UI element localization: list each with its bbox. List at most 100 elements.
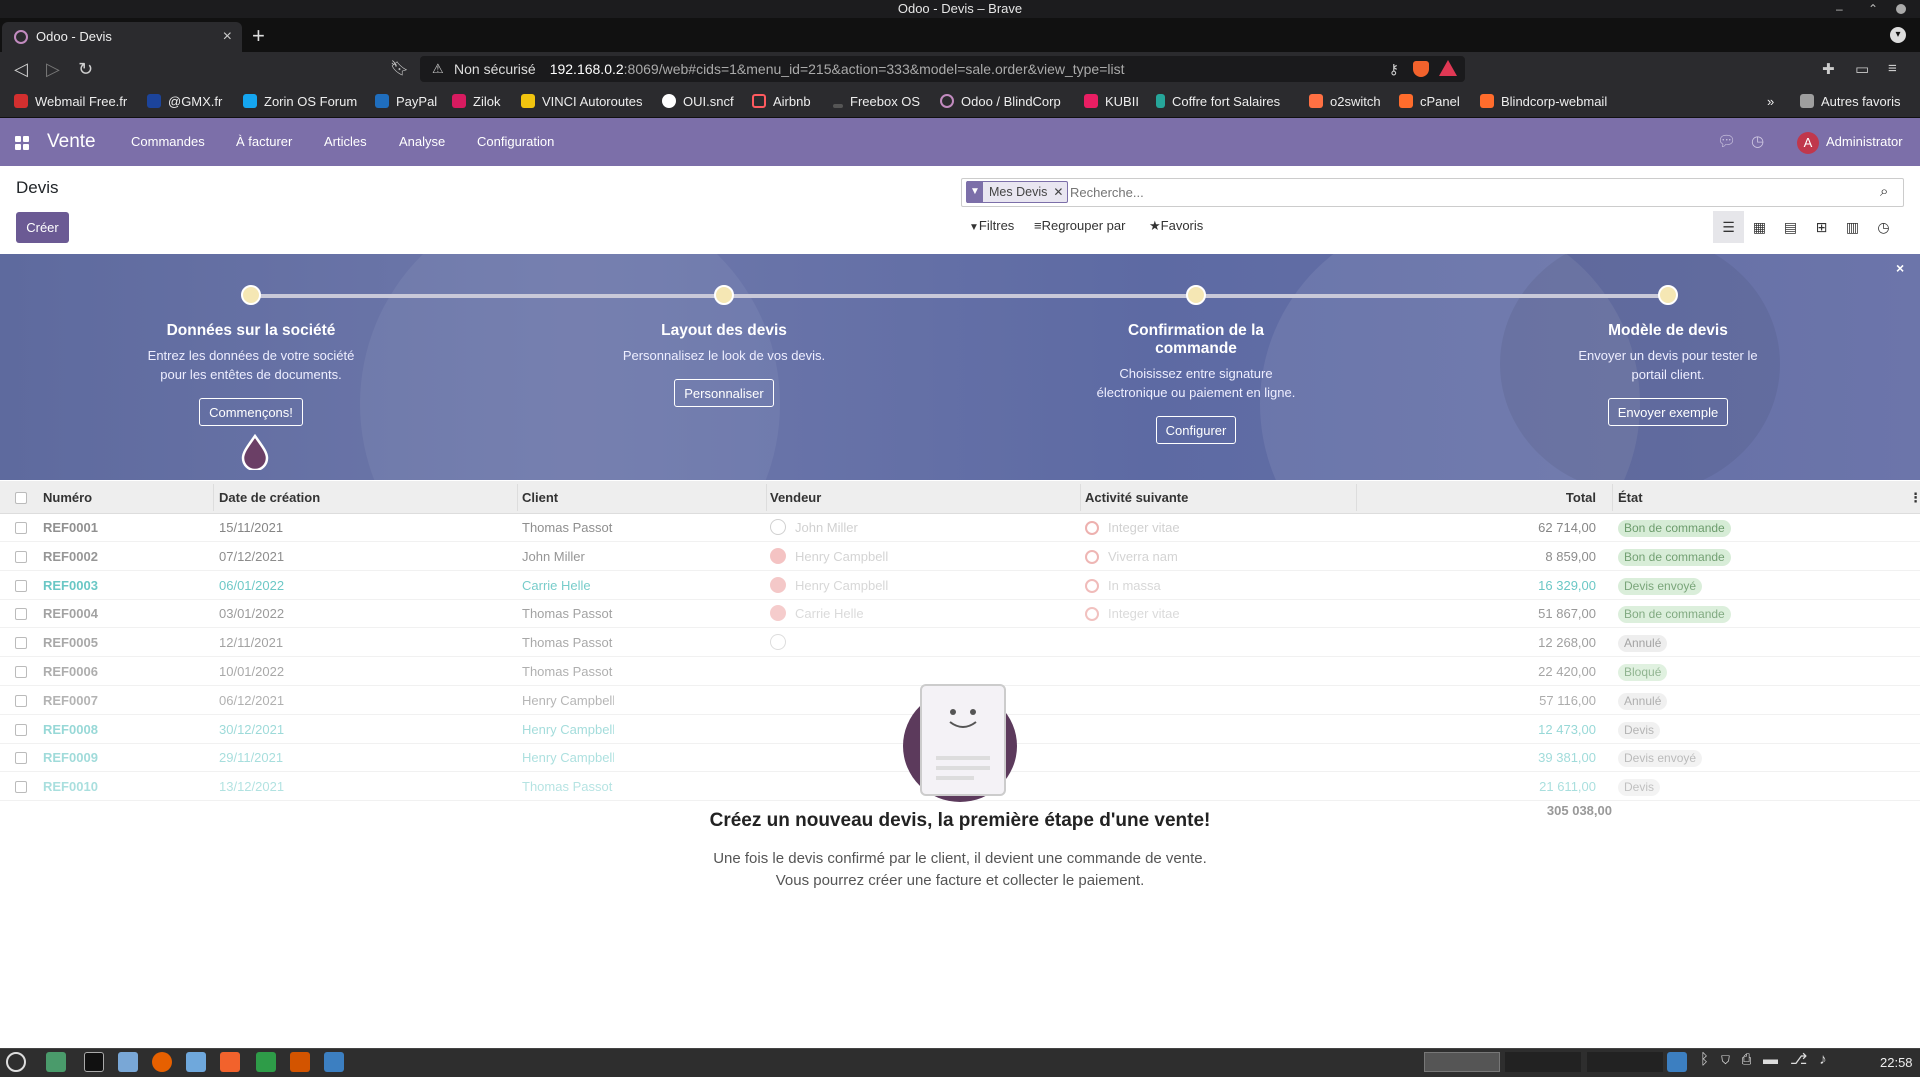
bookmark-cpanel[interactable]: cPanel — [1399, 86, 1460, 118]
bookmark-freebox[interactable]: Freebox OS — [833, 86, 920, 118]
pivot-view-icon[interactable]: ⊞ — [1806, 211, 1837, 243]
facet-remove-icon[interactable]: ✕ — [1053, 185, 1067, 199]
table-row[interactable]: REF0001 15/11/2021 Thomas Passot John Mille… — [0, 514, 1920, 542]
customize-layout-button[interactable]: Personnaliser — [674, 379, 774, 407]
workspace-switcher[interactable] — [1424, 1052, 1500, 1072]
row-checkbox[interactable] — [15, 694, 27, 707]
extensions-icon[interactable]: ✚ — [1822, 60, 1835, 78]
activity-view-icon[interactable]: ◷ — [1868, 211, 1899, 243]
brave-shields-icon[interactable] — [1413, 61, 1429, 77]
optional-columns-icon[interactable]: ⋮ — [1909, 481, 1920, 514]
banner-close-icon[interactable]: × — [1896, 260, 1904, 276]
row-checkbox[interactable] — [15, 608, 27, 621]
search-icon[interactable]: ⌕ — [1880, 183, 1888, 200]
filters-button[interactable]: ▼Filtres — [969, 218, 1014, 233]
close-window-icon[interactable] — [1896, 4, 1906, 14]
brave-rewards-icon[interactable] — [1439, 60, 1457, 76]
table-row[interactable]: REF0003 06/01/2022 Carrie Helle Henry Campb… — [0, 572, 1920, 600]
bookmark-oui-sncf[interactable]: OUI.sncf — [662, 86, 734, 118]
create-button[interactable]: Créer — [16, 212, 69, 243]
presentation-icon[interactable] — [290, 1052, 310, 1072]
table-row[interactable]: REF0002 07/12/2021 John Miller Henry Campbe… — [0, 543, 1920, 571]
activity-clock-icon[interactable]: ◷ — [1751, 118, 1764, 166]
row-checkbox[interactable] — [15, 522, 27, 534]
app-name[interactable]: Vente — [47, 118, 96, 166]
menu-icon[interactable]: ≡ — [1888, 60, 1897, 77]
menu-commandes[interactable]: Commandes — [131, 118, 205, 166]
reload-icon[interactable]: ↻ — [78, 58, 93, 80]
col-number[interactable]: Numéro — [43, 481, 92, 514]
col-date[interactable]: Date de création — [219, 481, 320, 514]
col-client[interactable]: Client — [522, 481, 558, 514]
row-checkbox[interactable] — [15, 752, 27, 765]
forward-icon[interactable]: ▷ — [46, 58, 60, 80]
app-icon[interactable] — [186, 1052, 206, 1072]
browser-tab-active[interactable]: Odoo - Devis × — [2, 22, 242, 52]
other-bookmarks[interactable]: Autres favoris — [1800, 86, 1900, 118]
activity-clock-icon[interactable] — [1085, 521, 1099, 535]
tab-close-icon[interactable]: × — [223, 22, 232, 52]
menu-analyse[interactable]: Analyse — [399, 118, 445, 166]
list-view-icon[interactable]: ☰ — [1713, 211, 1744, 243]
col-total[interactable]: Total — [1496, 481, 1596, 514]
activity-clock-icon[interactable] — [1085, 607, 1099, 622]
send-sample-button[interactable]: Envoyer exemple — [1607, 398, 1729, 426]
spreadsheet-icon[interactable] — [256, 1052, 276, 1072]
bookmark-kubii[interactable]: KUBII — [1084, 86, 1139, 118]
key-icon[interactable]: ⚷ — [1389, 56, 1399, 82]
bookmark-gmx[interactable]: @GMX.fr — [147, 86, 222, 118]
bookmarks-overflow[interactable]: » — [1767, 86, 1774, 118]
bookmark-paypal[interactable]: PayPal — [375, 86, 437, 118]
row-checkbox[interactable] — [15, 637, 27, 650]
kanban-view-icon[interactable]: ▦ — [1744, 211, 1775, 243]
bookmark-blindcorp-webmail[interactable]: Blindcorp-webmail — [1480, 86, 1607, 118]
bookmark-airbnb[interactable]: Airbnb — [752, 86, 811, 118]
tab-search-icon[interactable]: ▾ — [1890, 27, 1906, 43]
row-checkbox[interactable] — [15, 579, 27, 592]
bookmark-coffre-fort[interactable]: Coffre fort Salaires — [1156, 86, 1280, 118]
wallet-icon[interactable]: ▭ — [1855, 60, 1869, 78]
restore-icon[interactable]: ⌃ — [1868, 0, 1878, 18]
bookmark-icon[interactable]: 🔖︎ — [390, 58, 409, 80]
favorites-button[interactable]: ★Favoris — [1149, 218, 1203, 234]
calendar-view-icon[interactable]: ▤ — [1775, 211, 1806, 243]
col-vendor[interactable]: Vendeur — [770, 481, 821, 514]
start-company-button[interactable]: Commençons! — [199, 398, 303, 426]
bookmark-zilok[interactable]: Zilok — [452, 86, 500, 118]
select-all-checkbox[interactable] — [15, 492, 27, 504]
menu-a-facturer[interactable]: À facturer — [236, 118, 292, 166]
address-bar[interactable]: ⚠ Non sécurisé 192.168.0.2:8069/web#cids=… — [420, 56, 1465, 82]
configure-confirmation-button[interactable]: Configurer — [1155, 416, 1237, 444]
menu-articles[interactable]: Articles — [324, 118, 367, 166]
back-icon[interactable]: ◁ — [14, 58, 28, 80]
firefox-icon[interactable] — [152, 1052, 172, 1072]
minimize-icon[interactable]: – — [1836, 0, 1843, 18]
user-avatar[interactable]: A — [1797, 132, 1819, 154]
col-activity[interactable]: Activité suivante — [1085, 481, 1188, 514]
table-row[interactable]: REF0004 03/01/2022 Thomas Passot Carrie Hel… — [0, 600, 1920, 629]
terminal-icon[interactable] — [84, 1052, 104, 1072]
row-checkbox[interactable] — [15, 723, 27, 736]
tray-app-icon[interactable] — [1667, 1052, 1687, 1072]
new-tab-button[interactable]: + — [252, 22, 265, 50]
show-desktop-icon[interactable] — [46, 1052, 66, 1072]
bookmark-vinci[interactable]: VINCI Autoroutes — [521, 86, 642, 118]
col-state[interactable]: État — [1618, 481, 1643, 514]
bookmark-zorin[interactable]: Zorin OS Forum — [243, 86, 357, 118]
row-checkbox[interactable] — [15, 550, 27, 563]
writer-icon[interactable] — [324, 1052, 344, 1072]
groupby-button[interactable]: ≡Regrouper par — [1034, 218, 1125, 233]
start-menu-icon[interactable] — [6, 1052, 26, 1072]
table-row[interactable]: REF0006 10/01/2022 Thomas Passot 22 420,00 B… — [0, 658, 1920, 686]
activity-clock-icon[interactable] — [1085, 549, 1099, 564]
bookmark-webmail-free[interactable]: Webmail Free.fr — [14, 86, 127, 118]
search-input[interactable] — [1070, 181, 1870, 203]
user-name[interactable]: Administrator — [1826, 118, 1903, 166]
activity-clock-icon[interactable] — [1085, 578, 1099, 593]
table-row[interactable]: REF0005 12/11/2021 Thomas Passot 12 268,00 A… — [0, 629, 1920, 658]
apps-menu-icon[interactable] — [15, 136, 29, 150]
brave-icon[interactable] — [220, 1052, 240, 1072]
files-icon[interactable] — [118, 1052, 138, 1072]
row-checkbox[interactable] — [15, 666, 27, 678]
bookmark-o2switch[interactable]: o2switch — [1309, 86, 1381, 118]
